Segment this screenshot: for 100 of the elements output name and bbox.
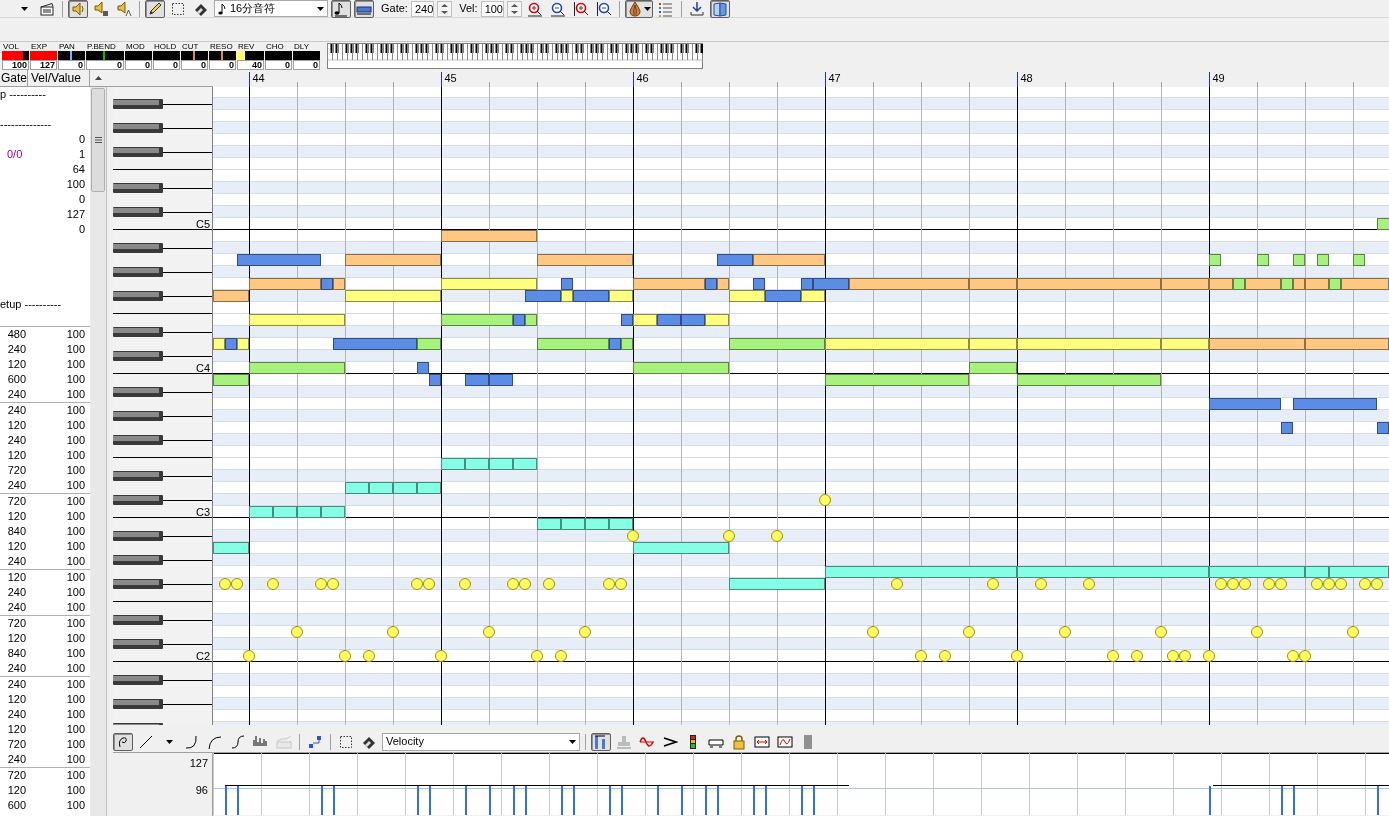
gate-cell-text: 240 xyxy=(6,600,26,616)
gate-cell-text: 120 xyxy=(6,783,26,799)
velocity-cell-text: 100 xyxy=(65,616,85,632)
velocity-cell-text: 100 xyxy=(65,372,85,388)
velocity-cell-text: 100 xyxy=(65,387,85,403)
gate-cell-text: 600 xyxy=(6,372,26,388)
velocity-cell-text: 100 xyxy=(65,646,85,662)
velocity-cell-text: 100 xyxy=(65,327,85,343)
section-label: etup ---------- xyxy=(0,297,62,313)
gate-cell-text: 120 xyxy=(6,539,26,555)
axis-label: 127 xyxy=(189,756,208,771)
velocity-cell-text: 100 xyxy=(65,478,85,494)
gate-field[interactable]: 240 xyxy=(410,0,435,17)
meter-label: PAN xyxy=(58,43,76,51)
velocity-cell-text: 100 xyxy=(65,357,85,373)
section-label: p ---------- xyxy=(0,87,46,103)
list-cell-text: 0 xyxy=(78,132,85,148)
gate-cell-text: 240 xyxy=(6,433,26,449)
measure-number: 46 xyxy=(636,72,649,84)
meter-label: RESO xyxy=(209,43,234,51)
velocity-cell-text: 100 xyxy=(65,661,85,677)
velocity-cell-text: 100 xyxy=(65,707,85,723)
gate-cell-text: 120 xyxy=(6,509,26,525)
velocity-cell-text: 100 xyxy=(65,737,85,753)
gate-cell-text: 240 xyxy=(6,752,26,768)
measure-number: 47 xyxy=(828,72,841,84)
gate-cell-text: 120 xyxy=(6,418,26,434)
velocity-cell-text: 100 xyxy=(65,448,85,464)
gate-cell-text: 240 xyxy=(6,661,26,677)
meter-value: 0 xyxy=(265,60,292,70)
octave-label: C2 xyxy=(195,649,210,662)
gate-cell-text: 480 xyxy=(6,327,26,343)
note-length-dropdown[interactable]: 16分音符 xyxy=(214,0,328,17)
gate-cell-text: 240 xyxy=(6,677,26,693)
velocity-cell-text: 100 xyxy=(65,539,85,555)
velocity-cell-text: 100 xyxy=(65,342,85,358)
velocity-cell-text: 100 xyxy=(65,768,85,784)
gate-cell-text: 240 xyxy=(6,387,26,403)
gate-cell-text: 120 xyxy=(6,357,26,373)
gate-cell-text: 240 xyxy=(6,403,26,419)
meter-value: 0 xyxy=(153,60,180,70)
velocity-cell-text: 100 xyxy=(65,600,85,616)
velocity-cell-text: 100 xyxy=(65,692,85,708)
velocity-cell-text: 100 xyxy=(65,554,85,570)
gate-cell-text: 120 xyxy=(6,722,26,738)
meter-label: CUT xyxy=(181,43,200,51)
meter-label: MOD xyxy=(125,43,146,51)
meter-value: 0 xyxy=(86,60,124,70)
list-cell-text: 1 xyxy=(78,147,85,163)
velocity-cell-text: 100 xyxy=(65,403,85,419)
velocity-cell-text: 100 xyxy=(65,677,85,693)
controller-dropdown[interactable]: Velocity xyxy=(382,732,580,751)
gate-cell-text: 240 xyxy=(6,342,26,358)
list-cell-text: 64 xyxy=(72,162,85,178)
column-header[interactable]: Gate xyxy=(0,70,28,86)
meter-value: 0 xyxy=(209,60,236,70)
gate-cell-text: 240 xyxy=(6,707,26,723)
axis-label: 96 xyxy=(195,783,208,798)
list-cell-text: 127 xyxy=(66,207,85,223)
gate-cell-text: 720 xyxy=(6,768,26,784)
meter-label: VOL xyxy=(2,43,20,51)
gate-cell-text: 720 xyxy=(6,494,26,510)
velocity-cell-text: 100 xyxy=(65,463,85,479)
velocity-cell-text: 100 xyxy=(65,631,85,647)
gate-cell-text: 120 xyxy=(6,570,26,586)
section-divider: -------------- xyxy=(0,117,52,133)
velocity-cell-text: 100 xyxy=(65,783,85,799)
octave-label: C4 xyxy=(195,361,210,374)
meter-label: HOLD xyxy=(153,43,178,51)
velocity-cell-text: 100 xyxy=(65,433,85,449)
column-header[interactable]: Vel/Value xyxy=(28,70,90,86)
velocity-cell-text: 100 xyxy=(65,524,85,540)
gate-cell-text: 840 xyxy=(6,646,26,662)
gate-cell-text: 720 xyxy=(6,463,26,479)
timeline-ruler[interactable]: 44 45 46 47 48 49 xyxy=(213,70,1389,87)
meter-label: EXP xyxy=(30,43,48,51)
velocity-cell-text: 100 xyxy=(65,722,85,738)
gate-label: Gate: xyxy=(381,1,408,17)
measure-number: 45 xyxy=(444,72,457,84)
gate-cell-text: 720 xyxy=(6,737,26,753)
list-cell-text: 0 xyxy=(78,222,85,238)
velocity-field[interactable]: 100 xyxy=(480,0,504,17)
velocity-cell-text: 100 xyxy=(65,570,85,586)
meter-value: 0 xyxy=(181,60,208,70)
meter-label: P.BEND xyxy=(86,43,117,51)
meter-value: 0 xyxy=(58,60,85,70)
gate-cell-text: 840 xyxy=(6,524,26,540)
list-cell-text: 0 xyxy=(78,192,85,208)
gate-cell-text: 120 xyxy=(6,692,26,708)
meter-label: DLY xyxy=(293,43,310,51)
meter-label: CHO xyxy=(265,43,285,51)
gate-cell-text: 240 xyxy=(6,585,26,601)
velocity-cell-text: 100 xyxy=(65,752,85,768)
gate-cell-text: 120 xyxy=(6,631,26,647)
meter-value: 0 xyxy=(125,60,152,70)
velocity-label: Vel: xyxy=(459,1,478,17)
velocity-cell-text: 100 xyxy=(65,798,85,814)
list-cell-text: 100 xyxy=(66,177,85,193)
velocity-cell-text: 100 xyxy=(65,585,85,601)
measure-number: 44 xyxy=(252,72,265,84)
